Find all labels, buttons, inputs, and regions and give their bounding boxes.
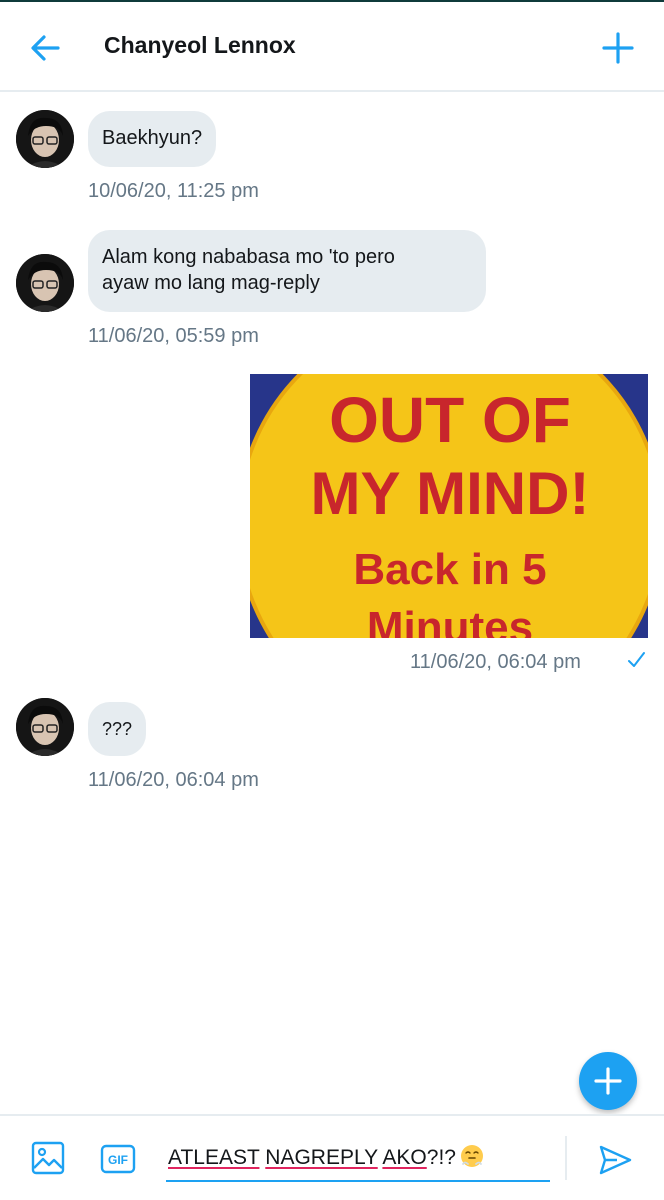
check-icon — [626, 650, 646, 670]
avatar[interactable] — [16, 698, 74, 756]
misspelled-word[interactable]: NAGREPLY — [265, 1146, 377, 1169]
avatar[interactable] — [16, 254, 74, 312]
misspelled-word[interactable]: ATLEAST — [168, 1146, 259, 1169]
image-text-line2: MY MIND! — [311, 460, 590, 527]
add-gif-button[interactable]: GIF — [100, 1144, 136, 1174]
plus-icon — [594, 1067, 622, 1095]
image-text-line4: Minutes — [367, 603, 533, 638]
send-button[interactable] — [597, 1142, 633, 1178]
message-input-text: ATLEAST NAGREPLY AKO?!? — [168, 1144, 484, 1170]
message-composer: GIF ATLEAST NAGREPLY AKO?!? — [0, 1114, 664, 1200]
send-icon — [599, 1145, 632, 1175]
image-text-line3: Back in 5 — [353, 545, 546, 594]
message-bubble[interactable]: Baekhyun? — [88, 111, 217, 167]
image-text-line1: OUT OF — [329, 384, 571, 456]
back-button[interactable] — [26, 30, 66, 66]
message-bubble[interactable]: ??? — [88, 702, 147, 756]
gif-icon: GIF — [100, 1144, 136, 1174]
sent-image[interactable]: OUT OF MY MIND! Back in 5 Minutes — [250, 374, 648, 638]
message-timestamp: 11/06/20, 06:04 pm — [88, 769, 259, 791]
image-icon — [31, 1141, 65, 1175]
message-timestamp: 10/06/20, 11:25 pm — [88, 180, 259, 202]
composer-divider — [565, 1136, 567, 1180]
compose-fab-button[interactable] — [579, 1052, 637, 1110]
plus-icon — [602, 32, 634, 64]
add-photo-button[interactable] — [30, 1140, 66, 1176]
input-punctuation: ?!? — [426, 1146, 456, 1169]
message-bubble[interactable]: Alam kong nababasa mo 'to pero ayaw mo l… — [88, 230, 486, 312]
gif-label: GIF — [108, 1153, 128, 1167]
misspelled-word[interactable]: AKO — [382, 1146, 426, 1169]
message-timestamp: 11/06/20, 05:59 pm — [88, 325, 259, 347]
conversation-title[interactable]: Chanyeol Lennox — [104, 32, 296, 59]
huffing-face-emoji — [460, 1145, 483, 1167]
avatar[interactable] — [16, 110, 74, 168]
message-timestamp: 11/06/20, 06:04 pm — [410, 651, 581, 673]
conversation-header: Chanyeol Lennox — [0, 2, 664, 92]
message-input[interactable]: ATLEAST NAGREPLY AKO?!? — [166, 1130, 550, 1182]
new-message-button[interactable] — [598, 28, 638, 68]
arrow-left-icon — [31, 35, 60, 61]
